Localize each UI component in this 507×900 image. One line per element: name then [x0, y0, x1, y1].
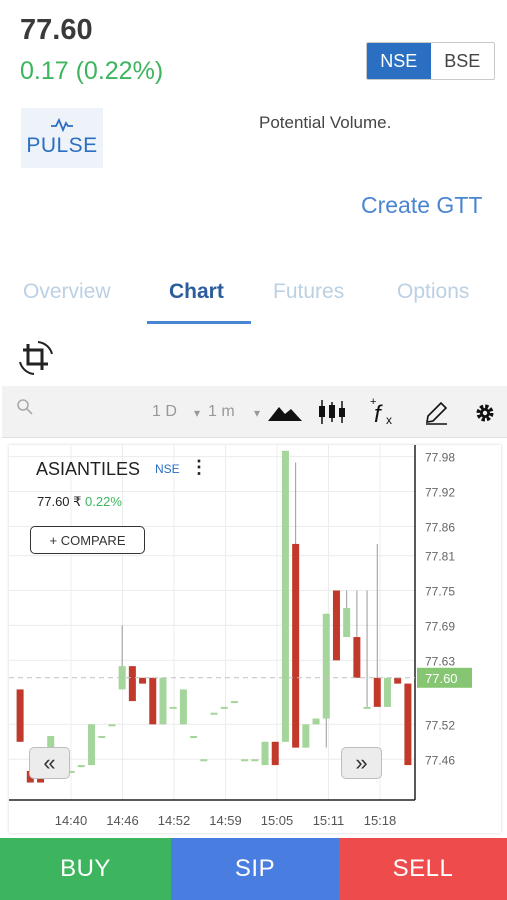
mountain-chart-icon[interactable] [268, 403, 302, 421]
candle-body [383, 677, 391, 707]
candle-body [322, 613, 330, 719]
chart-exchange: NSE [155, 462, 180, 476]
y-tick-label: 77.98 [425, 451, 455, 465]
last-price-label: 77.60 [425, 671, 458, 686]
candle-body [343, 607, 351, 638]
chart-quote-pct: 0.22% [85, 494, 122, 509]
chart-quote: 77.60 ₹ 0.22% [37, 494, 122, 510]
active-tab-underline [147, 321, 251, 324]
candle-body [179, 689, 187, 725]
candle-body [353, 637, 361, 678]
exchange-bse-button[interactable]: BSE [430, 43, 494, 79]
candle-body [210, 712, 218, 715]
candle-body [292, 543, 300, 748]
candle-body [169, 706, 177, 709]
candle-body [332, 590, 340, 661]
pulse-button[interactable]: PULSE [21, 108, 103, 168]
y-tick-label: 77.75 [425, 584, 455, 598]
x-tick-label: 14:46 [106, 813, 139, 828]
y-tick-label: 77.63 [425, 654, 455, 668]
tab-options[interactable]: Options [397, 280, 469, 304]
y-tick-label: 77.92 [425, 486, 455, 500]
candle-body [241, 759, 249, 762]
more-options-icon[interactable]: ⋮ [190, 457, 208, 478]
candle-body [394, 677, 402, 684]
pulse-label: PULSE [26, 134, 98, 157]
create-gtt-link[interactable]: Create GTT [361, 192, 482, 219]
scroll-back-button[interactable]: « [29, 747, 70, 779]
x-tick-label: 14:52 [158, 813, 191, 828]
chart-symbol: ASIANTILES [36, 459, 141, 479]
candle-body [88, 724, 96, 766]
tab-overview[interactable]: Overview [23, 280, 111, 304]
candle-body [281, 450, 289, 742]
candle-body [98, 735, 106, 738]
y-tick-label: 77.52 [425, 718, 455, 732]
candle-body [159, 677, 167, 725]
candle-body [220, 706, 228, 709]
exchange-toggle[interactable]: NSE BSE [366, 42, 495, 80]
sell-button[interactable]: SELL [339, 838, 507, 900]
double-chevron-right-icon: » [355, 750, 368, 775]
tab-chart[interactable]: Chart [169, 280, 224, 304]
action-bar: BUY SIP SELL [0, 838, 507, 900]
candle-body [261, 741, 269, 766]
candle-body [271, 741, 279, 766]
x-tick-label: 14:40 [55, 813, 88, 828]
candle-body [363, 706, 371, 709]
y-tick-label: 77.81 [425, 550, 455, 564]
candle-body [149, 677, 157, 725]
candle-body [16, 689, 24, 742]
y-tick-label: 77.69 [425, 619, 455, 633]
candle-body [128, 666, 136, 702]
chevron-down-icon: ▾ [254, 406, 261, 420]
last-price: 77.60 [20, 14, 93, 46]
sip-button[interactable]: SIP [171, 838, 339, 900]
candle-body [190, 735, 198, 738]
scroll-forward-button[interactable]: » [341, 747, 382, 779]
candle-body [404, 683, 412, 766]
candle-body [251, 759, 259, 762]
candlestick-icon[interactable] [317, 400, 347, 424]
exchange-nse-button[interactable]: NSE [367, 43, 431, 79]
interval-minute-selector[interactable]: 1 m [208, 403, 235, 421]
svg-text:f: f [374, 401, 383, 428]
candle-body [139, 677, 147, 684]
candle-body [108, 724, 116, 727]
candle-body [230, 701, 238, 704]
fx-icon[interactable]: + f x [368, 395, 400, 429]
candle-body [312, 718, 320, 725]
gear-icon[interactable] [474, 402, 496, 424]
candle-body [200, 759, 208, 762]
y-tick-label: 77.46 [425, 753, 455, 767]
double-chevron-left-icon: « [43, 750, 56, 775]
candle-body [77, 765, 85, 768]
buy-button[interactable]: BUY [0, 838, 171, 900]
draw-pencil-icon[interactable] [423, 400, 449, 426]
candle-body [302, 724, 310, 748]
interval-day-selector[interactable]: 1 D [152, 403, 177, 421]
x-tick-label: 14:59 [209, 813, 242, 828]
search-icon[interactable] [16, 398, 34, 416]
potential-volume-text: Potential Volume. [259, 113, 392, 132]
x-tick-label: 15:05 [261, 813, 294, 828]
x-tick-label: 15:18 [364, 813, 397, 828]
price-change: 0.17 (0.22%) [20, 57, 164, 85]
instrument-tabs: Overview Chart Futures Options [0, 276, 507, 326]
pulse-icon [51, 118, 73, 132]
tab-futures[interactable]: Futures [273, 280, 344, 304]
crop-rotate-icon[interactable] [16, 338, 56, 378]
svg-text:x: x [386, 413, 392, 427]
chart-quote-price: 77.60 ₹ [37, 494, 82, 509]
compare-button[interactable]: + COMPARE [30, 526, 145, 554]
candle-body [373, 677, 381, 707]
x-tick-label: 15:11 [313, 813, 345, 828]
chart-toolbar: 1 D ▾ 1 m ▾ + f x [2, 386, 507, 438]
y-tick-label: 77.86 [425, 520, 455, 534]
chevron-down-icon: ▾ [194, 406, 201, 420]
